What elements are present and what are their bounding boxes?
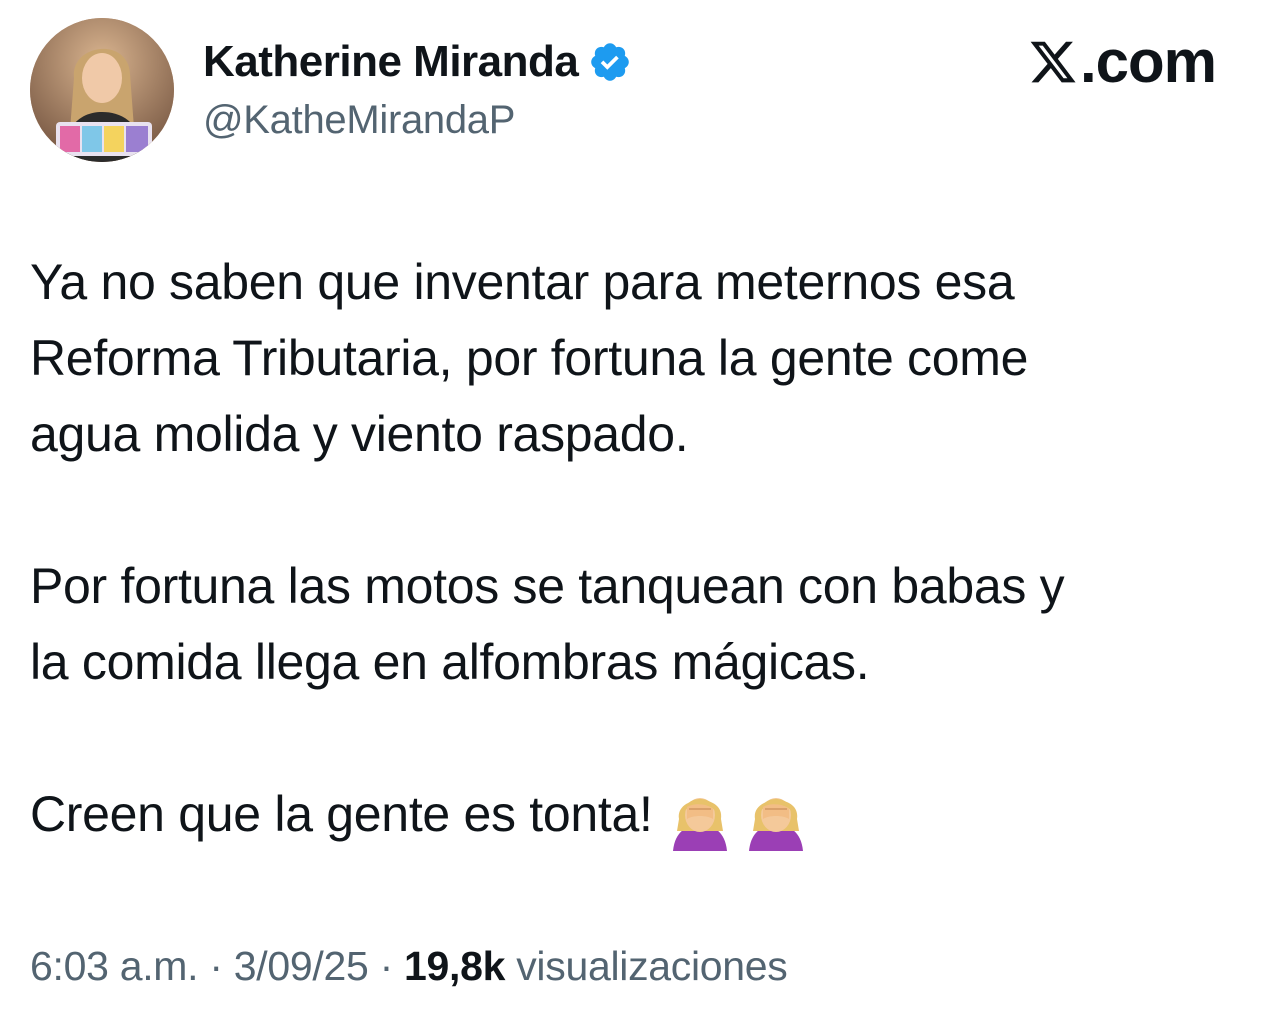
meta-separator: · [379,943,394,989]
x-com-watermark: .com [1028,28,1217,95]
views-label: visualizaciones [516,943,788,989]
meta-separator: · [209,943,223,989]
tweet-paragraph-2: Por fortuna las motos se tanquean con ba… [30,548,1230,700]
tweet-line: agua molida y viento raspado. [30,406,689,462]
tweet-line: la comida llega en alfombras mágicas. [30,634,870,690]
woman-facepalming-emoji-icon [667,785,733,851]
tweet-date[interactable]: 3/09/25 [234,943,369,989]
tweet-paragraph-1: Ya no saben que inventar para meternos e… [30,244,1230,472]
tweet-meta: 6:03 a.m. · 3/09/25 · 19,8k visualizacio… [30,938,788,994]
tweet-line: Por fortuna las motos se tanquean con ba… [30,558,1065,614]
views-count[interactable]: 19,8k [404,943,505,989]
author-row: Katherine Miranda [203,36,632,88]
x-logo-icon [1028,37,1078,87]
profile-photo-icon [30,18,174,162]
verified-badge-icon[interactable] [588,40,632,84]
avatar[interactable] [30,18,174,162]
woman-facepalming-emoji-icon [743,785,809,851]
tweet-paragraph-3: Creen que la gente es tonta! [30,776,1230,852]
site-domain: .com [1079,28,1217,95]
tweet-line: Creen que la gente es tonta! [30,786,653,842]
author-handle[interactable]: @KatheMirandaP [203,96,515,144]
tweet-line: Ya no saben que inventar para meternos e… [30,254,1015,310]
tweet-line: Reforma Tributaria, por fortuna la gente… [30,330,1029,386]
tweet-card: Katherine Miranda @KatheMirandaP .com Ya… [0,0,1280,1022]
tweet-text: Ya no saben que inventar para meternos e… [30,244,1230,852]
display-name[interactable]: Katherine Miranda [203,36,579,88]
tweet-time[interactable]: 6:03 a.m. [30,943,199,989]
emoji-group [667,785,809,851]
